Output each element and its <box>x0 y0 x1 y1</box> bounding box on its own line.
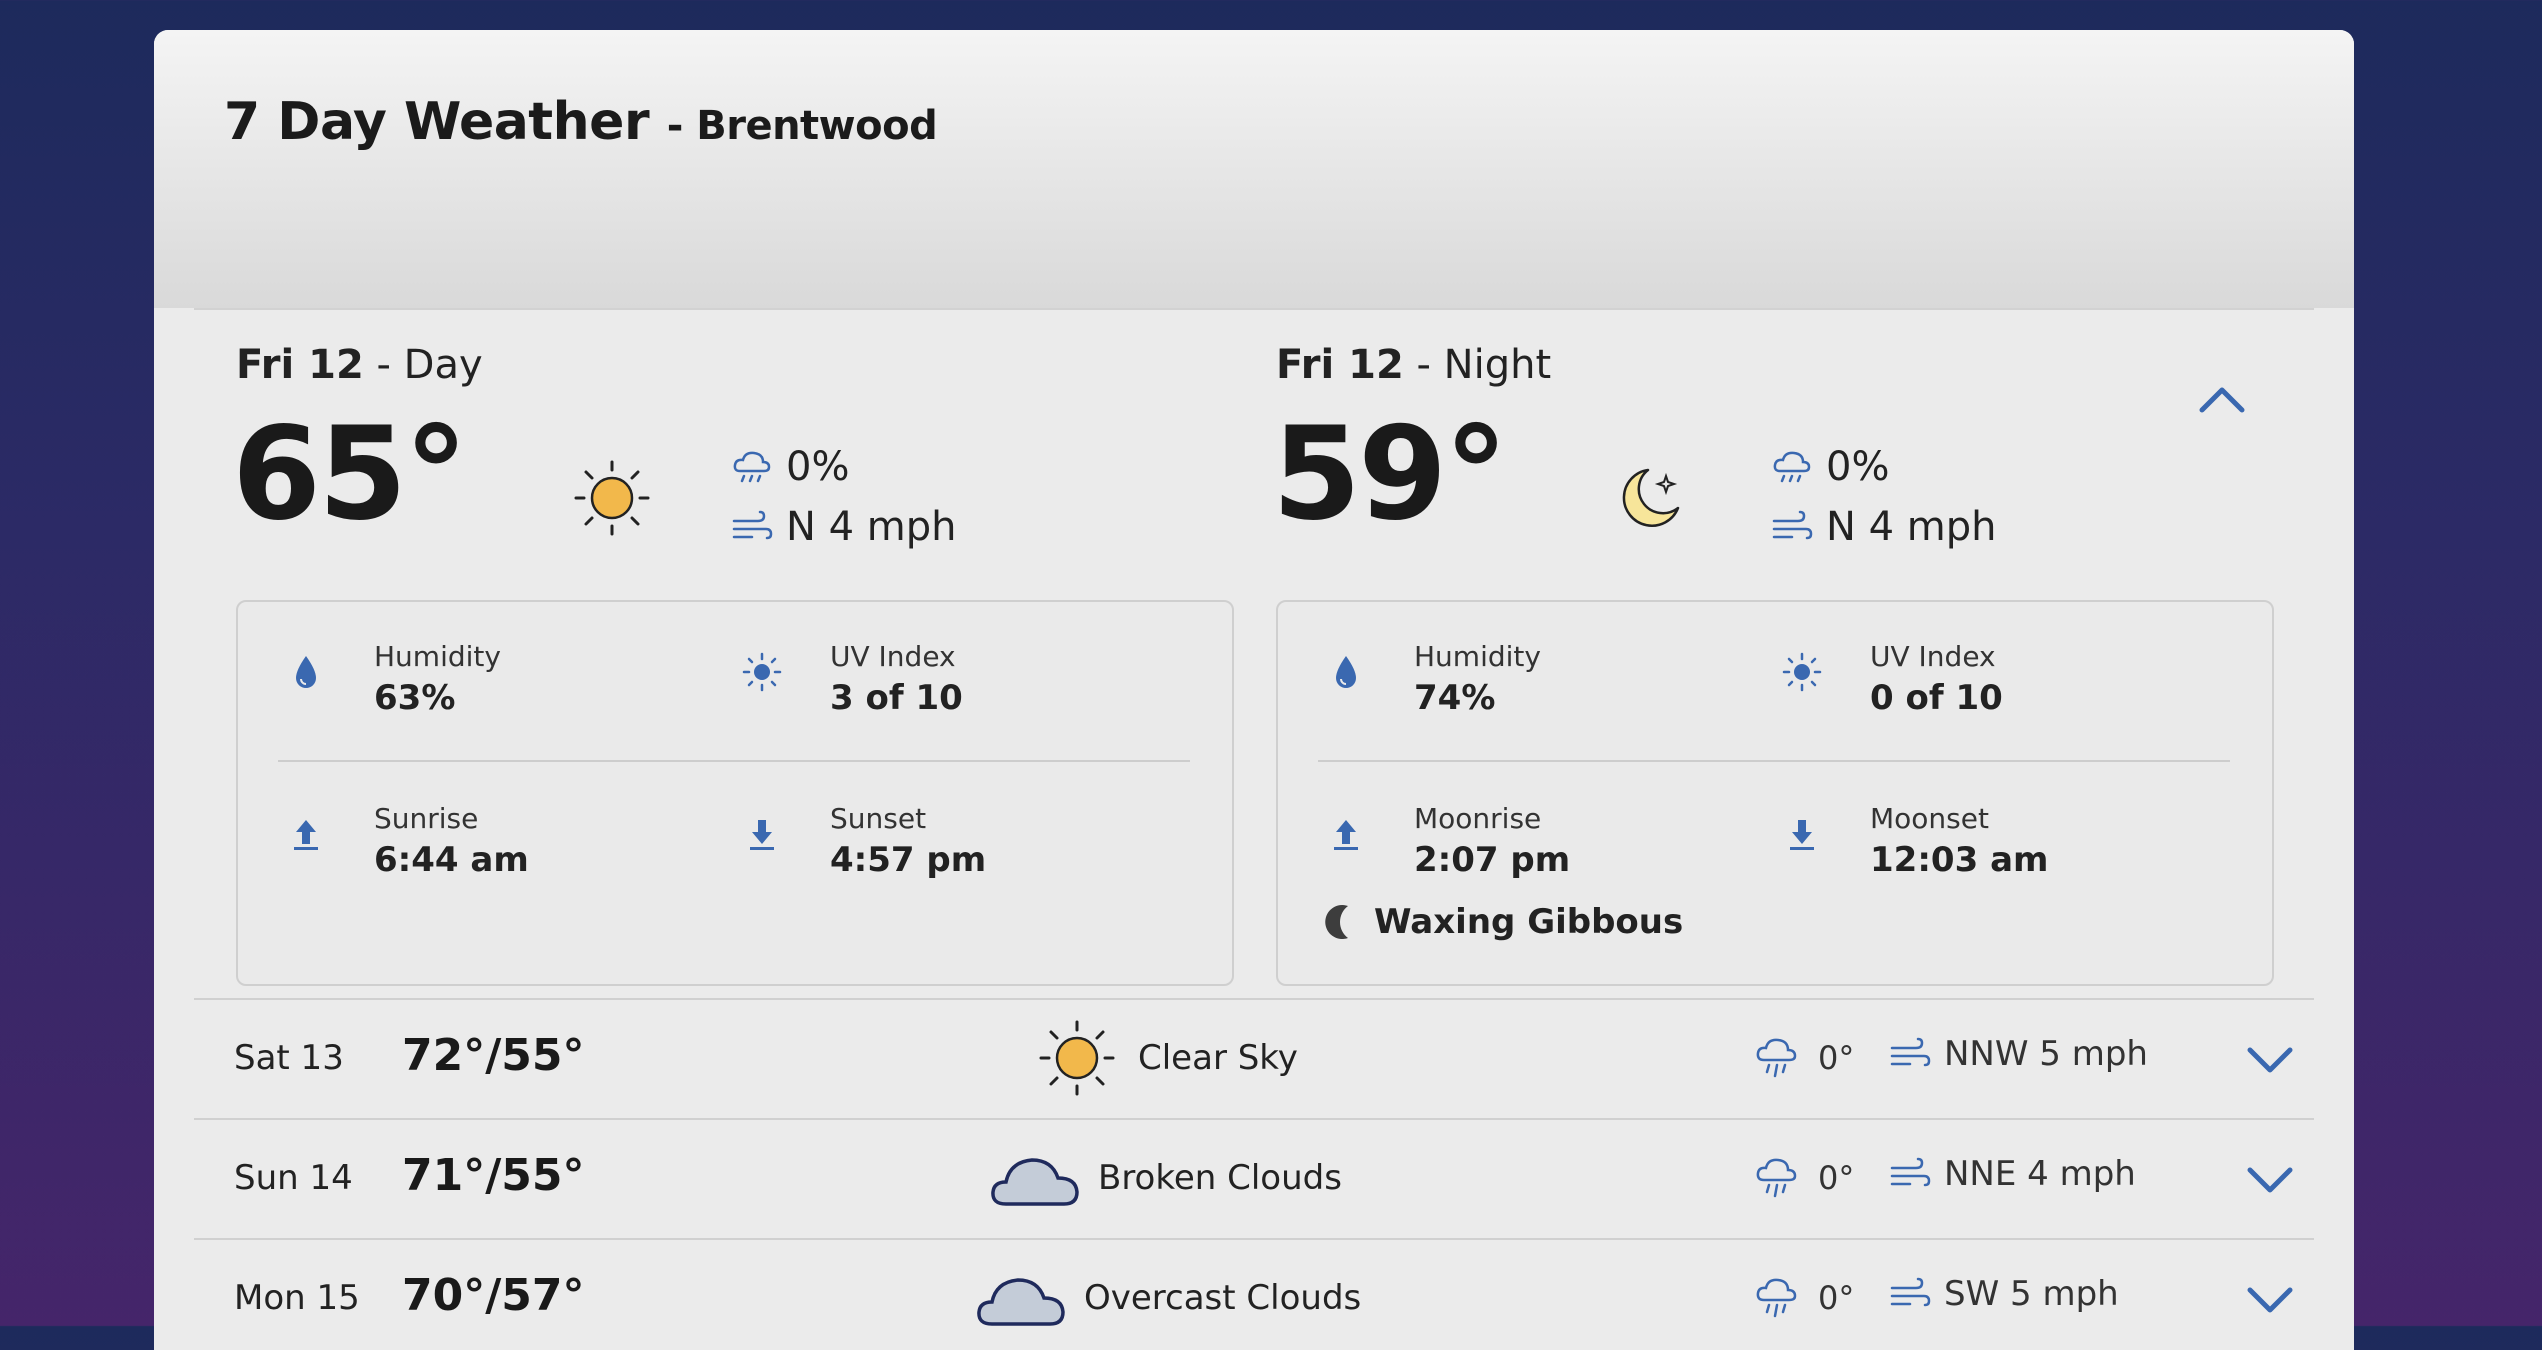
sun-icon <box>1034 1018 1120 1098</box>
row-hilo: 72°/55° <box>402 1030 585 1081</box>
night-precip: 0% <box>1770 444 1889 490</box>
day-period: - Day <box>376 342 483 388</box>
day-date: Fri 12 <box>236 342 364 388</box>
uv-sun-icon <box>1782 652 1822 692</box>
row-wind: SW 5 mph <box>1888 1272 2119 1316</box>
forecast-row[interactable]: Mon 15 70°/57° Overcast Clouds 0° SW 5 m… <box>194 1238 2314 1350</box>
rain-cloud-icon <box>1754 1032 1802 1084</box>
expand-chevron-icon[interactable] <box>2244 1160 2296 1200</box>
details-divider <box>278 760 1190 762</box>
row-wind: NNW 5 mph <box>1888 1032 2148 1076</box>
moon-phase-icon <box>1322 902 1360 942</box>
row-day: Mon 15 <box>234 1278 360 1318</box>
night-section: Fri 12 - Night 59° 0% N 4 mph Humidity 7… <box>1234 310 2274 1000</box>
night-heading: Fri 12 - Night <box>1276 342 1551 388</box>
row-precip-value: 0° <box>1818 1159 1855 1197</box>
row-condition: Overcast Clouds <box>1084 1278 1362 1318</box>
expand-chevron-icon[interactable] <box>2244 1040 2296 1080</box>
droplet-icon <box>286 652 326 692</box>
row-condition: Clear Sky <box>1138 1038 1298 1078</box>
wind-icon <box>1888 1032 1932 1076</box>
row-day: Sat 13 <box>234 1038 344 1078</box>
rain-cloud-icon <box>1754 1152 1802 1204</box>
row-precip: 0° <box>1754 1032 1854 1084</box>
night-temperature: 59° <box>1272 400 1508 549</box>
uv-sun-icon <box>742 652 782 692</box>
day-precip-value: 0% <box>786 444 850 490</box>
row-hilo: 71°/55° <box>402 1150 585 1201</box>
moon-phase: Waxing Gibbous <box>1322 902 1683 942</box>
arrow-down-icon <box>1782 814 1822 854</box>
weather-card: 7 Day Weather - Brentwood Fri 12 - Day 6… <box>154 30 2354 1350</box>
today-panel: Fri 12 - Day 65° 0% N 4 mph Humidity 63%… <box>194 308 2314 1000</box>
row-hilo: 70°/57° <box>402 1270 585 1321</box>
rain-cloud-icon <box>1770 445 1814 489</box>
arrow-up-icon <box>286 814 326 854</box>
collapse-chevron-icon[interactable] <box>2196 380 2248 420</box>
location-name: - Brentwood <box>666 103 938 149</box>
night-period: - Night <box>1416 342 1552 388</box>
cloud-icon <box>974 1258 1068 1338</box>
expand-chevron-icon[interactable] <box>2244 1280 2296 1320</box>
day-wind-value: N 4 mph <box>786 504 957 550</box>
forecast-row[interactable]: Sun 14 71°/55° Broken Clouds 0° NNE 4 mp… <box>194 1118 2314 1238</box>
row-precip-value: 0° <box>1818 1279 1855 1317</box>
night-precip-value: 0% <box>1826 444 1890 490</box>
rain-cloud-icon <box>730 445 774 489</box>
title-text: 7 Day Weather <box>224 92 650 152</box>
day-precip: 0% <box>730 444 849 490</box>
night-details: Humidity 74% UV Index 0 of 10 Moonrise 2… <box>1276 600 2274 986</box>
night-wind: N 4 mph <box>1770 504 1997 550</box>
day-wind: N 4 mph <box>730 504 957 550</box>
wind-icon <box>1770 505 1814 549</box>
rain-cloud-icon <box>1754 1272 1802 1324</box>
day-temperature: 65° <box>232 400 468 549</box>
page-title: 7 Day Weather - Brentwood <box>224 92 938 152</box>
wind-icon <box>730 505 774 549</box>
details-divider <box>1318 760 2230 762</box>
forecast-row[interactable]: Sat 13 72°/55° Clear Sky 0° NNW 5 mph <box>194 998 2314 1118</box>
row-wind-value: SW 5 mph <box>1944 1274 2119 1314</box>
card-header: 7 Day Weather - Brentwood <box>154 30 2354 308</box>
arrow-down-icon <box>742 814 782 854</box>
cloud-icon <box>988 1138 1082 1218</box>
row-condition: Broken Clouds <box>1098 1158 1342 1198</box>
row-precip: 0° <box>1754 1152 1854 1204</box>
wind-icon <box>1888 1272 1932 1316</box>
row-precip: 0° <box>1754 1272 1854 1324</box>
moon-icon <box>1610 458 1690 538</box>
arrow-up-icon <box>1326 814 1366 854</box>
row-day: Sun 14 <box>234 1158 353 1198</box>
night-date: Fri 12 <box>1276 342 1404 388</box>
night-wind-value: N 4 mph <box>1826 504 1997 550</box>
row-precip-value: 0° <box>1818 1039 1855 1077</box>
row-wind-value: NNE 4 mph <box>1944 1154 2136 1194</box>
row-wind-value: NNW 5 mph <box>1944 1034 2148 1074</box>
day-details: Humidity 63% UV Index 3 of 10 Sunrise 6:… <box>236 600 1234 986</box>
droplet-icon <box>1326 652 1366 692</box>
day-heading: Fri 12 - Day <box>236 342 483 388</box>
row-wind: NNE 4 mph <box>1888 1152 2136 1196</box>
moon-phase-label: Waxing Gibbous <box>1374 902 1684 942</box>
sun-icon <box>572 458 652 538</box>
wind-icon <box>1888 1152 1932 1196</box>
day-section: Fri 12 - Day 65° 0% N 4 mph Humidity 63%… <box>194 310 1234 1000</box>
